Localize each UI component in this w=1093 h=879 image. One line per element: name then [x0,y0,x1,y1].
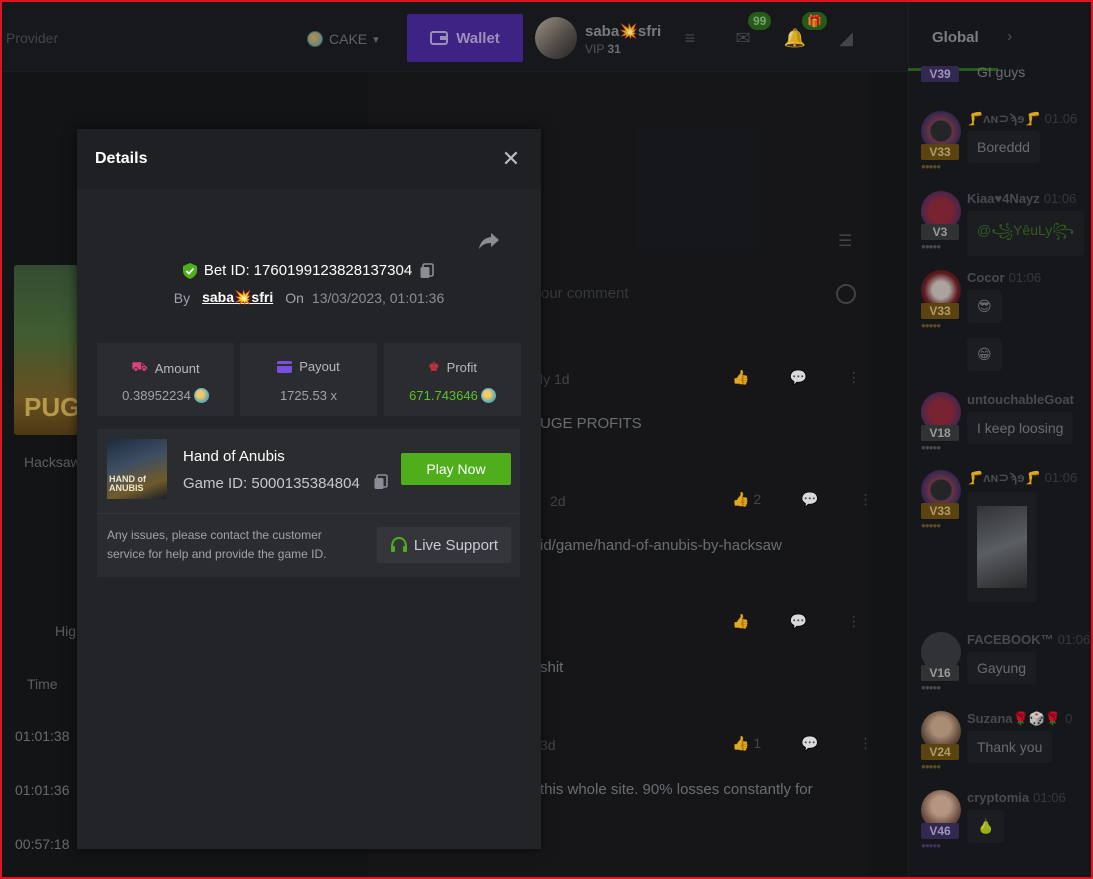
modal-header: Details ✕ [77,129,541,189]
cake-coin-icon [193,388,209,403]
profit-value: 671.743646 [409,388,478,403]
profit-label: Profit [446,359,477,375]
cake-coin-icon [480,388,496,403]
amount-value: 0.38952234 [122,388,191,403]
card-icon [277,360,293,373]
amount-label: Amount [154,360,200,376]
headset-icon [390,537,407,552]
bet-author-row: By saba💥sfri On 13/03/2023, 01:01:36 [77,289,541,306]
divider [97,513,520,514]
game-name[interactable]: Hand of Anubis [183,448,285,465]
app-frame: Provider CAKE ▾ Wallet saba💥sfri VIP 31 … [0,0,1093,879]
support-note: Any issues, please contact the customer … [107,528,327,561]
live-support-button[interactable]: Live Support [377,527,511,563]
game-thumb-text: HAND of ANUBIS [109,474,146,493]
bet-username-link[interactable]: saba💥sfri [202,289,273,306]
amount-stat: ⛟ Amount 0.38952234 [97,343,234,416]
copy-icon[interactable] [373,474,389,490]
payout-value: 1725.53 x [279,388,338,403]
payout-stat: Payout 1725.53 x [240,343,377,416]
play-now-button[interactable]: Play Now [401,453,511,485]
verified-shield-icon [182,262,197,279]
bet-date: 13/03/2023, 01:01:36 [311,289,445,306]
game-card: HAND of ANUBIS Hand of Anubis Game ID: 5… [97,429,520,577]
bet-details-modal: Details ✕ Bet ID: 1760199123828137304 By… [77,129,541,849]
game-thumbnail[interactable]: HAND of ANUBIS [107,439,167,499]
profit-icon: ♚ [428,359,440,374]
copy-icon[interactable] [419,262,435,279]
bet-id-label: Bet ID: [203,262,250,279]
close-icon[interactable]: ✕ [501,148,521,170]
amount-icon: ⛟ [131,359,148,374]
payout-label: Payout [299,359,340,374]
bet-id-row: Bet ID: 1760199123828137304 [77,262,541,279]
by-label: By [173,289,191,306]
bet-id-value: 1760199123828137304 [253,262,413,279]
live-support-label: Live Support [413,536,499,554]
profit-stat: ♚ Profit 671.743646 [384,343,521,416]
game-id: Game ID: 5000135384804 [183,475,360,492]
modal-title: Details [95,150,148,167]
on-label: On [285,289,304,306]
share-icon[interactable] [477,229,501,253]
